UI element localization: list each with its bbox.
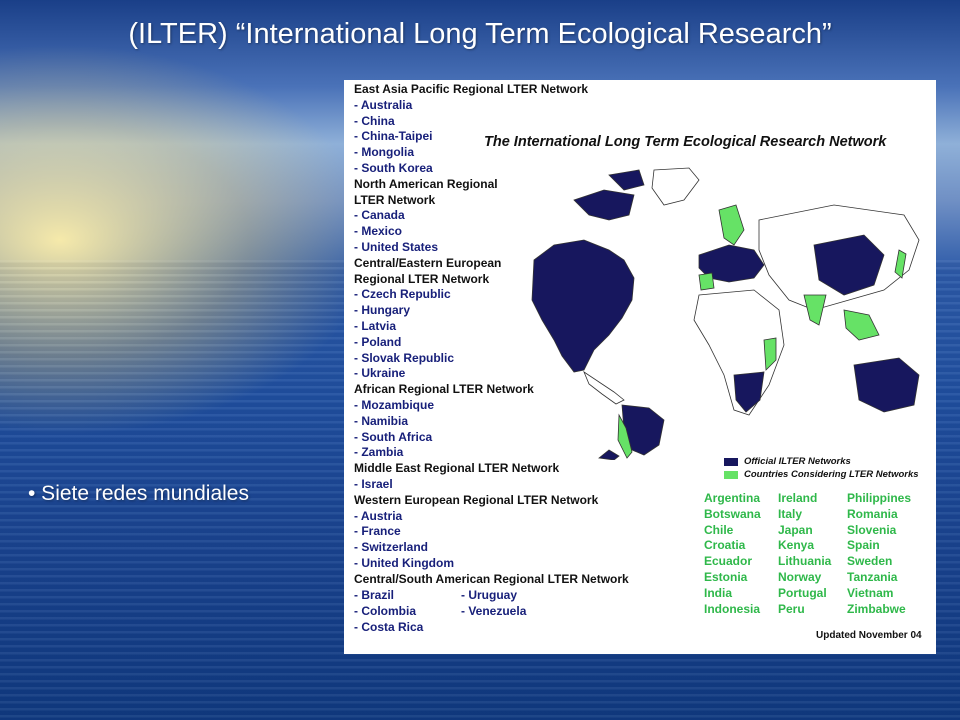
considering-country: Estonia <box>704 569 748 584</box>
north-america-landmass <box>531 239 635 373</box>
iberia-considering <box>698 272 715 291</box>
network-country: - Uruguay <box>461 587 518 602</box>
network-name: Central/South American Regional LTER Net… <box>354 571 629 586</box>
central-america-landmass <box>583 370 625 405</box>
legend-swatch-considering <box>724 470 738 479</box>
considering-country: Portugal <box>778 585 827 600</box>
network-country: - China <box>354 113 395 128</box>
considering-country: Sweden <box>847 554 893 569</box>
considering-country: Italy <box>778 506 803 521</box>
considering-country: Argentina <box>704 491 761 505</box>
network-country: - Switzerland <box>354 540 429 555</box>
legend-label-considering: Countries Considering LTER Networks <box>744 469 919 480</box>
considering-country: Lithuania <box>778 554 832 569</box>
considering-country: Norway <box>778 569 822 584</box>
legend-entry-considering: Countries Considering LTER Networks <box>724 468 919 481</box>
australia-landmass <box>853 357 920 413</box>
considering-country: Spain <box>847 538 880 553</box>
considering-country: Japan <box>778 522 813 537</box>
network-country: - Israel <box>354 476 393 491</box>
considering-country: Indonesia <box>704 601 761 616</box>
considering-country: Slovenia <box>847 522 897 537</box>
considering-countries-col: Philippines Romania Slovenia Spain Swede… <box>847 491 911 617</box>
canada-islands <box>573 169 645 221</box>
considering-countries-col: Argentina Botswana Chile Croatia Ecuador… <box>704 491 761 617</box>
world-map <box>531 167 920 460</box>
network-country-row: - Colombia - Venezuela <box>354 604 674 620</box>
considering-country: Peru <box>778 601 805 616</box>
southeast-asia-considering <box>843 309 880 341</box>
ilter-figure: East Asia Pacific Regional LTER Network … <box>344 80 936 654</box>
bullet-point: • Siete redes mundiales <box>28 482 249 505</box>
network-name: East Asia Pacific Regional LTER Network <box>354 82 589 96</box>
updated-note: Updated November 04 <box>816 630 922 641</box>
scandinavia-considering <box>718 204 745 246</box>
legend-entry-official: Official ILTER Networks <box>724 455 919 468</box>
network-country: - Colombia <box>354 603 416 618</box>
map-legend: Official ILTER Networks Countries Consid… <box>724 455 919 481</box>
legend-label-official: Official ILTER Networks <box>744 456 851 467</box>
considering-country: Vietnam <box>847 585 894 600</box>
considering-country: Chile <box>704 522 734 537</box>
considering-country: Zimbabwe <box>847 601 906 616</box>
network-name: Middle East Regional LTER Network <box>354 461 560 476</box>
considering-country: Ecuador <box>704 554 753 569</box>
network-country: - Brazil <box>354 587 395 602</box>
slide-title: (ILTER) “International Long Term Ecologi… <box>128 18 832 50</box>
considering-country: India <box>704 585 733 600</box>
considering-country: Philippines <box>847 491 912 505</box>
india-considering <box>803 294 827 326</box>
greenland-landmass <box>651 167 700 206</box>
network-country: - Costa Rica <box>354 619 424 634</box>
considering-country: Kenya <box>778 538 815 553</box>
network-country: - France <box>354 524 401 539</box>
considering-country: Romania <box>847 506 898 521</box>
considering-country: Croatia <box>704 538 746 553</box>
antarctica-peninsula <box>598 449 620 460</box>
network-country: - United Kingdom <box>354 555 454 570</box>
network-country-row: - Brazil - Uruguay <box>354 588 674 604</box>
network-country: - Austria <box>354 508 403 523</box>
network-country: - Australia <box>354 97 413 112</box>
legend-swatch-official <box>724 457 738 466</box>
considering-country: Tanzania <box>847 569 898 584</box>
considering-country: Botswana <box>704 506 761 521</box>
map-title: The International Long Term Ecological R… <box>484 134 887 150</box>
considering-countries-col: Ireland Italy Japan Kenya Lithuania Norw… <box>778 491 831 617</box>
network-name: Western European Regional LTER Network <box>354 492 599 507</box>
network-country: - Venezuela <box>461 603 527 618</box>
considering-country: Ireland <box>778 491 818 505</box>
